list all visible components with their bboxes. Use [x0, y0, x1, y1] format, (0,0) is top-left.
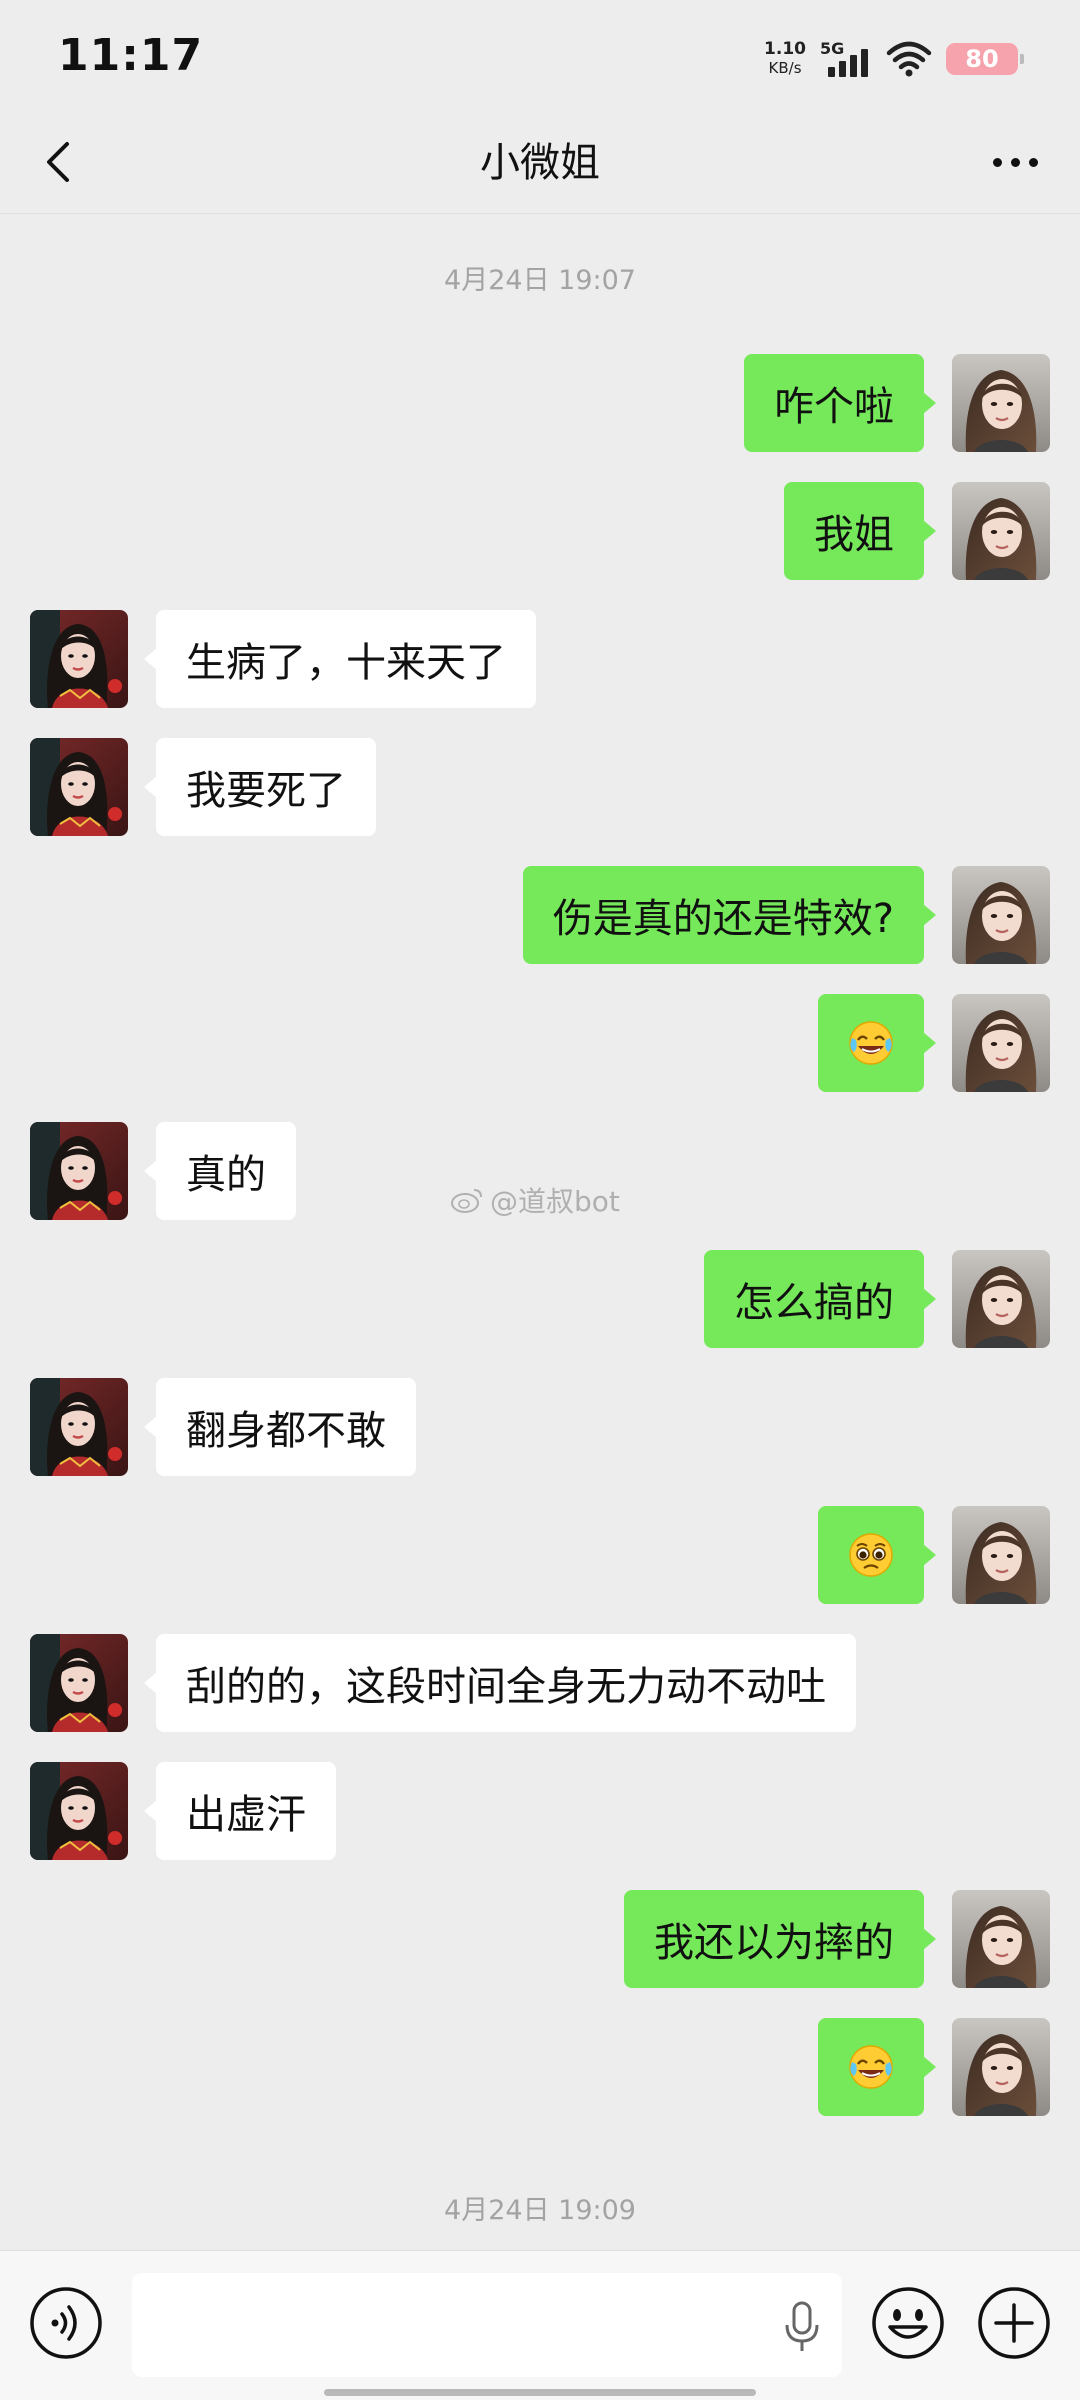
chat-title: 小微姐	[480, 140, 600, 186]
message-row: 刮的的，这段时间全身无力动不动吐	[0, 1634, 1080, 1732]
net-speed-unit: KB/s	[768, 59, 802, 77]
message-row	[0, 1506, 1080, 1604]
mic-icon[interactable]	[782, 2301, 822, 2353]
message-row	[0, 2018, 1080, 2116]
avatar[interactable]	[952, 482, 1050, 580]
message-bubble-sent[interactable]: 我还以为摔的	[624, 1890, 936, 1988]
net-speed-indicator: 1.10 KB/s	[764, 40, 806, 78]
avatar[interactable]	[952, 1506, 1050, 1604]
voice-icon[interactable]	[28, 2285, 104, 2361]
avatar[interactable]	[30, 1634, 128, 1732]
input-bar	[0, 2250, 1080, 2400]
message-row: 翻身都不敢	[0, 1378, 1080, 1476]
nav-bar: 小微姐	[0, 110, 1080, 214]
watermark: @道叔bot	[450, 1180, 620, 1220]
message-bubble-received[interactable]: 出虚汗	[144, 1762, 336, 1860]
message-row: 怎么搞的	[0, 1250, 1080, 1348]
avatar[interactable]	[952, 1250, 1050, 1348]
message-row: 咋个啦	[0, 354, 1080, 452]
message-bubble-received[interactable]: 生病了，十来天了	[144, 610, 536, 708]
message-row	[0, 994, 1080, 1092]
message-bubble-sent[interactable]	[818, 1506, 936, 1604]
avatar[interactable]	[952, 994, 1050, 1092]
message-bubble-sent[interactable]: 我姐	[784, 482, 936, 580]
message-bubble-sent[interactable]	[818, 994, 936, 1092]
watermark-text: @道叔bot	[490, 1185, 620, 1218]
laugh-cry-emoji-icon	[846, 1018, 896, 1068]
message-input[interactable]	[132, 2273, 842, 2377]
message-bubble-sent[interactable]: 怎么搞的	[704, 1250, 936, 1348]
message-bubble-sent[interactable]	[818, 2018, 936, 2116]
battery-level: 80	[965, 45, 999, 73]
message-row: 出虚汗	[0, 1762, 1080, 1860]
net-speed-value: 1.10	[764, 39, 806, 59]
pleading-emoji-icon	[846, 1530, 896, 1580]
message-bubble-received[interactable]: 真的	[144, 1122, 296, 1220]
avatar[interactable]	[30, 1122, 128, 1220]
laugh-cry-emoji-icon	[846, 2042, 896, 2092]
message-row: 我要死了	[0, 738, 1080, 836]
wifi-icon	[886, 41, 932, 77]
avatar[interactable]	[30, 1762, 128, 1860]
timestamp: 4月24日 19:09	[444, 2195, 636, 2226]
message-row: 我姐	[0, 482, 1080, 580]
message-bubble-sent[interactable]: 伤是真的还是特效?	[522, 866, 937, 964]
message-bubble-received[interactable]: 我要死了	[144, 738, 376, 836]
plus-icon[interactable]	[976, 2285, 1052, 2361]
avatar[interactable]	[30, 610, 128, 708]
message-bubble-received[interactable]: 翻身都不敢	[144, 1378, 416, 1476]
more-button[interactable]	[980, 132, 1050, 192]
message-row: 生病了，十来天了	[0, 610, 1080, 708]
message-list[interactable]: 4月24日 19:07 咋个啦 我姐 生病了，十来天了 我要死了 伤是真的还是特…	[0, 214, 1080, 2250]
home-indicator[interactable]	[324, 2389, 756, 2396]
avatar[interactable]	[952, 866, 1050, 964]
avatar[interactable]	[30, 738, 128, 836]
battery-icon: 80	[946, 43, 1024, 75]
signal-icon: 5G	[820, 39, 872, 79]
avatar[interactable]	[952, 2018, 1050, 2116]
avatar[interactable]	[952, 1890, 1050, 1988]
avatar[interactable]	[952, 354, 1050, 452]
more-dots-icon	[992, 157, 1002, 167]
message-bubble-received[interactable]: 刮的的，这段时间全身无力动不动吐	[144, 1634, 856, 1732]
status-bar: 11:17 1.10 KB/s 5G 80	[0, 0, 1080, 110]
timestamp: 4月24日 19:07	[444, 265, 636, 296]
smiley-icon[interactable]	[870, 2285, 946, 2361]
status-time: 11:17	[58, 30, 204, 81]
message-row: 伤是真的还是特效?	[0, 866, 1080, 964]
weibo-logo-icon	[451, 1189, 482, 1213]
message-row: 我还以为摔的	[0, 1890, 1080, 1988]
chat-screen: 11:17 1.10 KB/s 5G 80 小微姐 4月24日 19:07 咋个…	[0, 0, 1080, 2400]
avatar[interactable]	[30, 1378, 128, 1476]
status-icons: 1.10 KB/s 5G 80	[764, 34, 1024, 84]
message-bubble-sent[interactable]: 咋个啦	[744, 354, 936, 452]
